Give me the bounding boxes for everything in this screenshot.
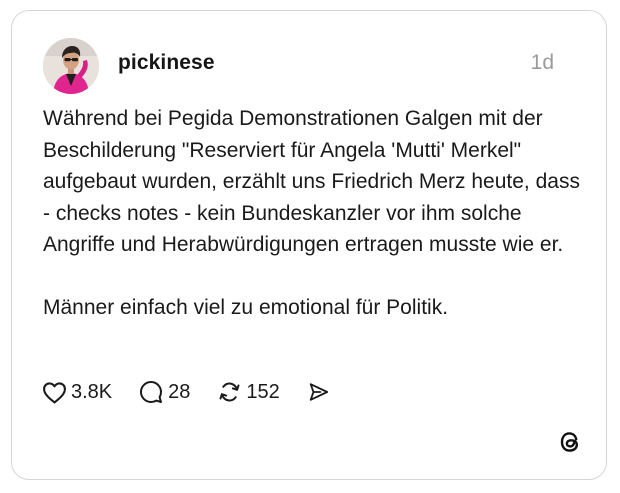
reply-count: 28 [168, 380, 191, 403]
repost-arrows-icon [216, 379, 242, 405]
send-icon [306, 379, 332, 405]
repost-count: 152 [246, 380, 280, 403]
like-count: 3.8K [71, 380, 113, 403]
post-paragraph: Männer einfach viel zu emotional für Pol… [43, 296, 449, 319]
repost-button[interactable]: 152 [216, 379, 280, 405]
heart-icon [41, 379, 67, 405]
share-button[interactable] [306, 379, 332, 405]
like-button[interactable]: 3.8K [41, 379, 112, 405]
post-actions: 3.8K 28 152 [41, 376, 358, 408]
post-body: Während bei Pegida Demonstrationen Galge… [43, 103, 583, 324]
comment-bubble-icon [138, 379, 164, 405]
threads-logo-icon [557, 428, 585, 456]
author-username[interactable]: pickinese [118, 51, 215, 75]
reply-button[interactable]: 28 [138, 379, 190, 405]
avatar[interactable] [43, 38, 99, 94]
post-paragraph: Während bei Pegida Demonstrationen Galge… [43, 107, 580, 256]
post-timestamp: 1d [530, 51, 554, 74]
threads-post-card: pickinese 1d Während bei Pegida Demonstr… [11, 10, 607, 480]
profile-photo-icon [43, 38, 99, 94]
